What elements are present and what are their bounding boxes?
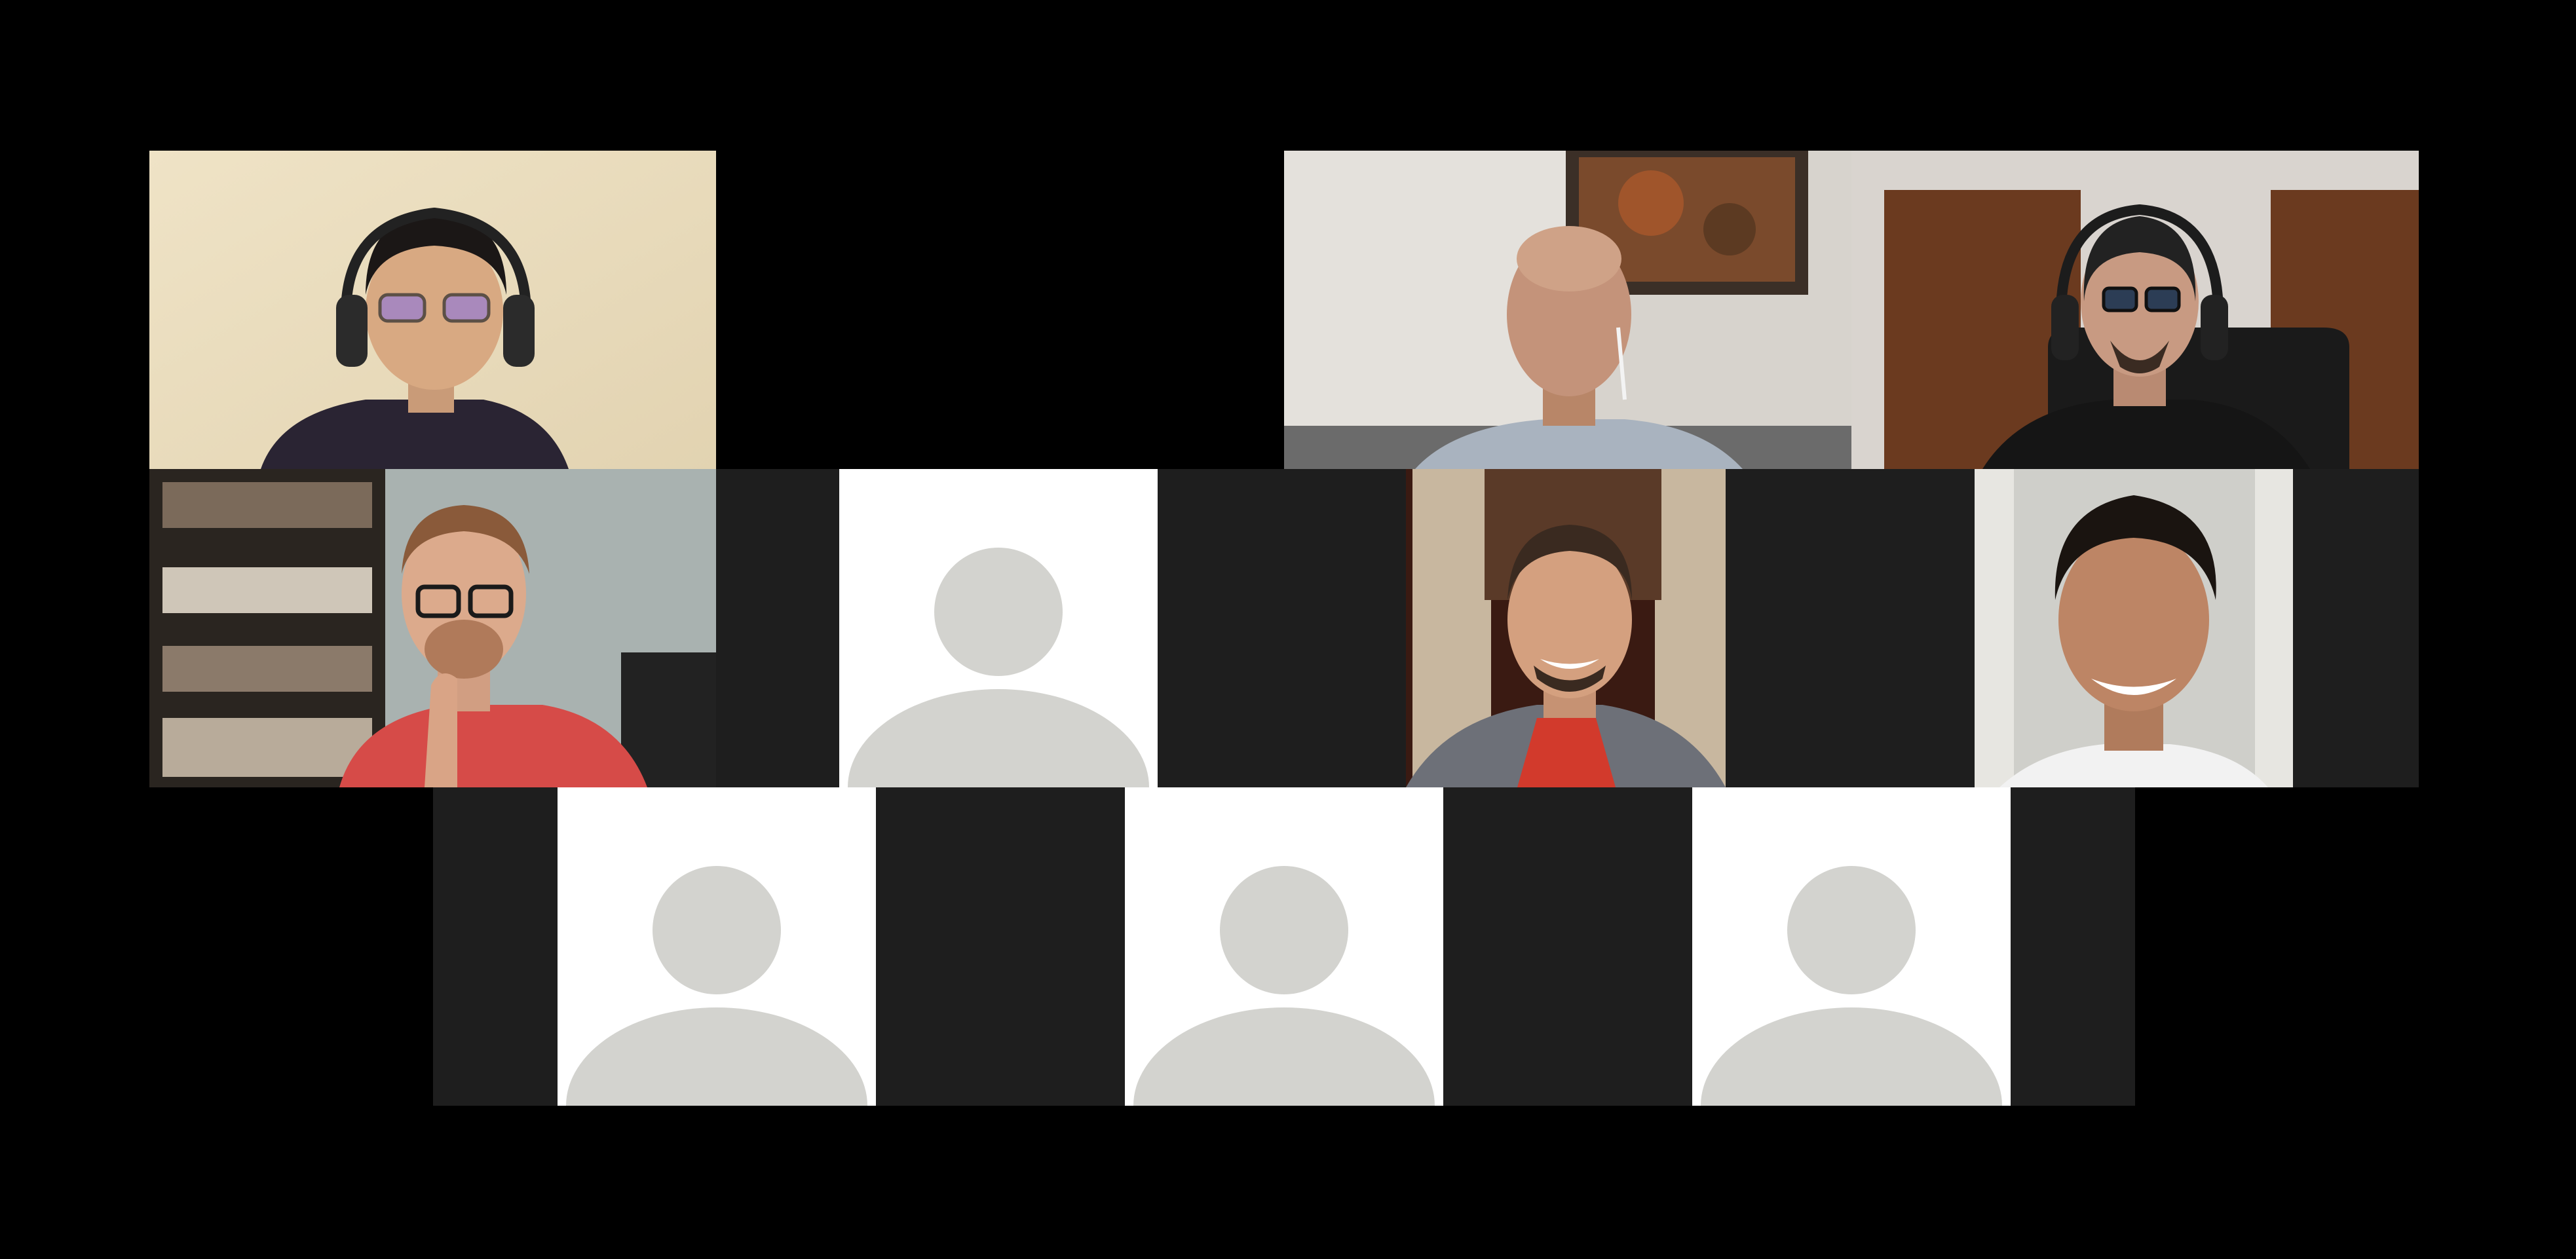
participant-video-1 <box>149 151 716 469</box>
participant-tile-6[interactable] <box>1406 469 1973 787</box>
avatar-frame <box>1692 787 2011 1106</box>
participant-tile-10[interactable] <box>1568 787 2135 1106</box>
participant-tile-3[interactable] <box>1851 151 2419 469</box>
participant-tile-4[interactable] <box>149 469 839 787</box>
gallery-view <box>0 0 2576 1259</box>
avatar-frame <box>1125 787 1443 1106</box>
participant-video-3 <box>1851 151 2419 469</box>
participant-video-4 <box>149 469 839 787</box>
participant-video-7 <box>1973 469 2419 787</box>
avatar-frame <box>839 469 1158 787</box>
participant-video-2 <box>1284 151 1851 469</box>
avatar-frame <box>558 787 876 1106</box>
default-avatar-icon <box>1125 866 1443 1106</box>
participant-tile-7[interactable] <box>1973 469 2419 787</box>
default-avatar-icon <box>558 866 876 1106</box>
participant-tile-8[interactable] <box>433 787 1000 1106</box>
participant-tile-5[interactable] <box>839 469 1406 787</box>
default-avatar-icon <box>1692 866 2011 1106</box>
participant-tile-1[interactable] <box>149 151 716 469</box>
default-avatar-icon <box>839 548 1158 787</box>
participant-video-6 <box>1406 469 1973 787</box>
participant-tile-2[interactable] <box>1284 151 1851 469</box>
participant-tile-9[interactable] <box>1000 787 1568 1106</box>
